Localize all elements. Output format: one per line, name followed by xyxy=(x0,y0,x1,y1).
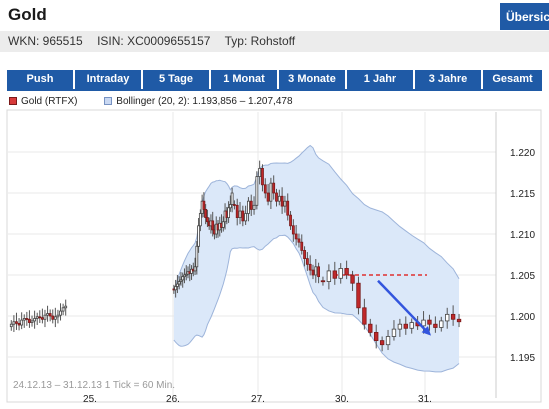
x-tick-label: 27. xyxy=(251,394,265,405)
y-tick-label: 1.205 xyxy=(510,271,535,282)
y-tick-label: 1.195 xyxy=(510,353,535,364)
gold-swatch xyxy=(9,97,17,105)
y-tick-label: 1.210 xyxy=(510,230,535,241)
chart-note: 24.12.13 – 31.12.13 1 Tick = 60 Min. xyxy=(13,380,175,391)
legend-bollinger: Bollinger (20, 2): 1.193,856 – 1.207,478 xyxy=(116,96,293,107)
bollinger-swatch xyxy=(104,97,113,105)
price-chart: 1.220 1.215 1.210 1.205 1.200 1.195 25. 26. 27.… xyxy=(6,109,542,405)
legend-gold: Gold (RTFX) xyxy=(21,96,78,107)
chart-legend: Gold (RTFX) Bollinger (20, 2): 1.193,856… xyxy=(9,96,293,107)
y-tick-label: 1.220 xyxy=(510,148,535,159)
y-tick-label: 1.215 xyxy=(510,189,535,200)
x-tick-label: 26. xyxy=(166,394,180,405)
x-tick-label: 30. xyxy=(335,394,349,405)
candle xyxy=(255,171,259,210)
y-tick-label: 1.200 xyxy=(510,312,535,323)
x-tick-label: 31. xyxy=(418,394,432,405)
chart-frame xyxy=(6,109,542,403)
x-tick-label: 25. xyxy=(83,394,97,405)
